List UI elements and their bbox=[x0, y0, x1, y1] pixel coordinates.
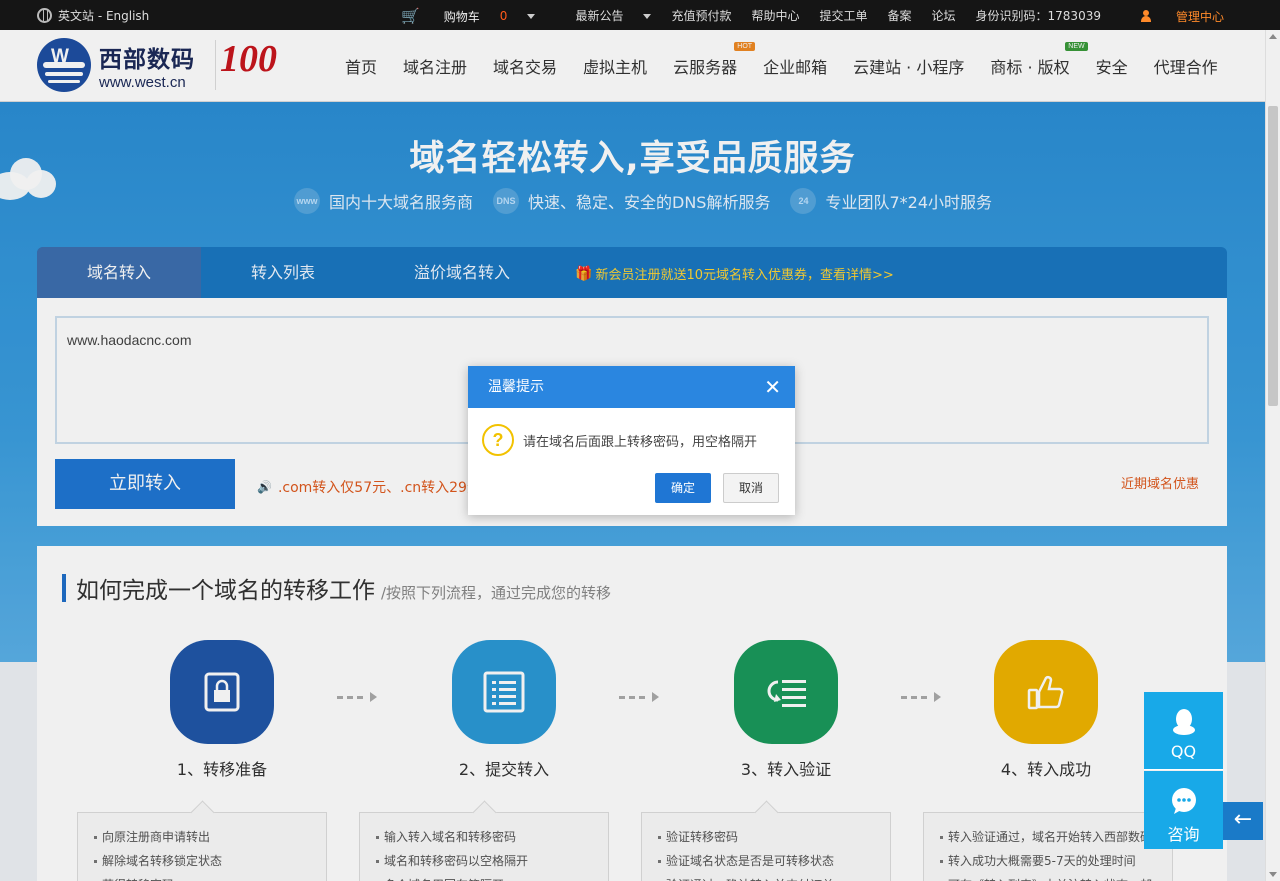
chevron-down-icon[interactable] bbox=[643, 14, 652, 19]
top-bar: 英文站 - English 🛒 购物车 0 最新公告 充值预付款 帮助中心 提交… bbox=[0, 0, 1280, 30]
page-scrollbar[interactable] bbox=[1265, 30, 1280, 881]
chat-bubble-icon bbox=[1144, 781, 1223, 821]
manage-center-link[interactable]: 管理中心 bbox=[1121, 7, 1224, 25]
dialog-message: 请在域名后面跟上转移密码，用空格隔开 bbox=[523, 434, 758, 450]
dialog-title: 温馨提示 bbox=[488, 379, 544, 395]
dialog-actions: 确定 取消 bbox=[655, 473, 779, 503]
scroll-up-icon[interactable] bbox=[1269, 34, 1277, 39]
cart-label[interactable]: 购物车 bbox=[444, 8, 480, 25]
cart-link[interactable]: 🛒 购物车 0 bbox=[381, 7, 536, 25]
recharge-link[interactable]: 充值预付款 bbox=[671, 7, 731, 25]
forum-link[interactable]: 论坛 bbox=[932, 7, 956, 25]
identity-code: 身份识别码：1783039 bbox=[975, 9, 1101, 23]
cart-icon: 🛒 bbox=[401, 7, 420, 25]
top-nav: 🛒 购物车 0 最新公告 充值预付款 帮助中心 提交工单 备案 论坛 身份识别码… bbox=[361, 7, 1224, 25]
qq-label[interactable]: QQ bbox=[1144, 742, 1223, 761]
consult-float-button[interactable]: 咨询 bbox=[1144, 771, 1223, 849]
beian-link[interactable]: 备案 bbox=[888, 7, 912, 25]
qq-float-button[interactable]: QQ bbox=[1144, 692, 1223, 770]
dialog-header: 温馨提示 ✕ bbox=[468, 366, 795, 408]
notice-link[interactable]: 最新公告 bbox=[555, 7, 652, 25]
dialog-body: ? 请在域名后面跟上转移密码，用空格隔开 bbox=[468, 408, 795, 456]
close-icon[interactable]: ✕ bbox=[764, 366, 781, 408]
help-link[interactable]: 帮助中心 bbox=[751, 7, 799, 25]
language-switch[interactable]: 英文站 - English bbox=[37, 7, 149, 24]
ticket-link[interactable]: 提交工单 bbox=[819, 7, 867, 25]
scroll-down-icon[interactable] bbox=[1269, 872, 1277, 877]
manage-label[interactable]: 管理中心 bbox=[1176, 8, 1224, 25]
consult-label[interactable]: 咨询 bbox=[1144, 821, 1223, 845]
qq-penguin-icon bbox=[1144, 702, 1223, 742]
scrollbar-thumb[interactable] bbox=[1268, 106, 1278, 406]
confirm-button[interactable]: 确定 bbox=[655, 473, 711, 503]
notice-label[interactable]: 最新公告 bbox=[575, 9, 623, 23]
cancel-button[interactable]: 取消 bbox=[723, 473, 779, 503]
language-label[interactable]: 英文站 - English bbox=[58, 7, 149, 24]
globe-icon bbox=[37, 8, 52, 23]
chevron-down-icon[interactable] bbox=[527, 13, 536, 19]
user-icon bbox=[1140, 10, 1151, 22]
arrow-left-icon[interactable]: ← bbox=[1223, 802, 1263, 840]
cart-count: 0 bbox=[499, 9, 508, 23]
tip-dialog: 温馨提示 ✕ ? 请在域名后面跟上转移密码，用空格隔开 确定 取消 bbox=[468, 366, 795, 515]
question-icon: ? bbox=[482, 424, 514, 456]
